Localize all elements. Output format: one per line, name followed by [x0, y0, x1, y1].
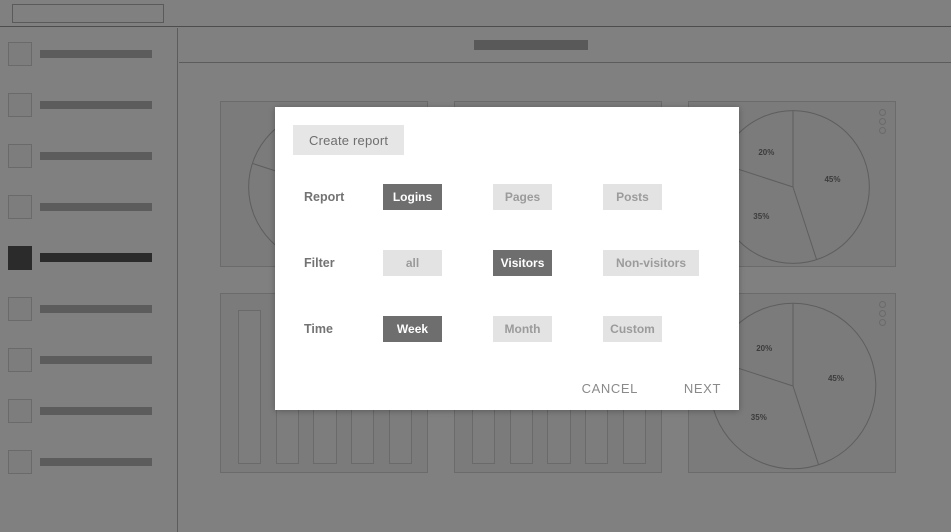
content-header — [179, 28, 951, 63]
pie-slice-label: 20% — [756, 344, 773, 354]
sidebar-item-label — [40, 253, 152, 262]
row-label: Time — [304, 322, 333, 336]
sidebar-item-icon — [8, 246, 32, 270]
sidebar-item-label — [40, 101, 152, 109]
sidebar-item-icon — [8, 450, 32, 474]
option-chip-visitors[interactable]: Visitors — [493, 250, 552, 276]
sidebar-item-8[interactable] — [0, 388, 178, 439]
sidebar-item-label — [40, 152, 152, 160]
sidebar-item-icon — [8, 348, 32, 372]
option-row-time: Time Week Month Custom — [275, 316, 739, 342]
sidebar-item-label — [40, 356, 152, 364]
option-chip-month[interactable]: Month — [493, 316, 552, 342]
sidebar-item-label — [40, 407, 152, 415]
sidebar-item-icon — [8, 144, 32, 168]
row-label: Filter — [304, 256, 335, 270]
pie-slice-label: 20% — [758, 148, 775, 158]
pie-slice-label: 35% — [753, 211, 770, 221]
bar-column — [313, 402, 337, 464]
pie-slice-label: 45% — [824, 175, 841, 185]
sidebar-item-icon — [8, 93, 32, 117]
sidebar-item-label — [40, 305, 152, 313]
dialog-actions: CANCEL NEXT — [582, 381, 721, 396]
sidebar-item-6[interactable] — [0, 286, 178, 337]
option-row-report: Report Logins Pages Posts — [275, 184, 739, 210]
option-chip-posts[interactable]: Posts — [603, 184, 662, 210]
next-button[interactable]: NEXT — [684, 381, 721, 396]
option-chip-custom[interactable]: Custom — [603, 316, 662, 342]
cancel-button[interactable]: CANCEL — [582, 381, 638, 396]
sidebar-item-3[interactable] — [0, 133, 178, 184]
sidebar — [0, 28, 178, 532]
sidebar-item-icon — [8, 42, 32, 66]
dialog-title: Create report — [293, 125, 405, 155]
bar-column — [350, 402, 375, 464]
sidebar-item-9[interactable] — [0, 439, 178, 490]
option-chip-all[interactable]: all — [383, 250, 442, 276]
sidebar-item-label — [40, 50, 152, 58]
sidebar-item-4[interactable] — [0, 184, 178, 235]
sidebar-item-5[interactable] — [0, 235, 178, 286]
create-report-dialog: Create report Report Logins Pages Posts Filt… — [275, 107, 739, 410]
sidebar-item-label — [40, 203, 152, 211]
sidebar-item-label — [40, 458, 152, 466]
sidebar-item-icon — [8, 195, 32, 219]
sidebar-item-1[interactable] — [0, 31, 178, 82]
row-label: Report — [304, 190, 345, 204]
option-chip-non-visitors[interactable]: Non-visitors — [603, 250, 699, 276]
page-title-placeholder — [474, 40, 588, 50]
app-window: 45%35%20%45%35%20%45%35%20%45%35%20% Cre… — [0, 0, 951, 532]
search-input[interactable] — [12, 4, 164, 23]
option-chip-pages[interactable]: Pages — [493, 184, 552, 210]
top-bar — [0, 0, 951, 27]
option-chip-logins[interactable]: Logins — [383, 184, 442, 210]
option-chip-week[interactable]: Week — [383, 316, 442, 342]
option-row-filter: Filter all Visitors Non-visitors — [275, 250, 739, 276]
sidebar-item-2[interactable] — [0, 82, 178, 133]
bar-column — [238, 310, 262, 464]
pie-slice-label: 45% — [827, 373, 844, 383]
sidebar-item-icon — [8, 297, 32, 321]
sidebar-item-icon — [8, 399, 32, 423]
sidebar-item-7[interactable] — [0, 337, 178, 388]
bar-column — [584, 402, 609, 464]
pie-slice-label: 35% — [750, 413, 767, 423]
bar-column — [547, 402, 571, 464]
